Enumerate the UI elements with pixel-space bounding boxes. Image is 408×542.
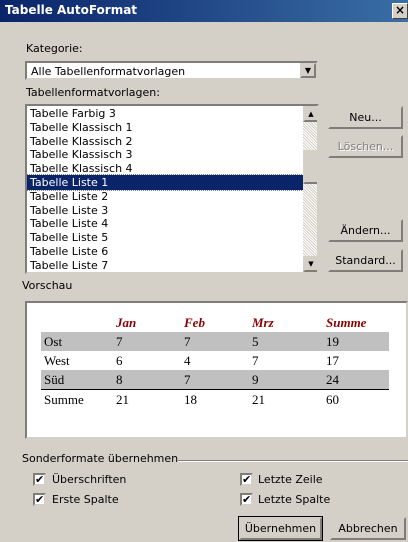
list-item[interactable]: Tabelle Klassisch 2 [27, 134, 303, 149]
scroll-down-button[interactable]: ▼ [303, 256, 317, 272]
cancel-button[interactable]: Abbrechen [330, 517, 406, 540]
preview-cell: Süd [41, 370, 113, 390]
category-select[interactable]: Alle Tabellenformatvorlagen ▼ [25, 61, 318, 80]
first-column-checkbox[interactable]: ✔ [33, 493, 46, 506]
preview-cell: 5 [249, 332, 323, 351]
list-item[interactable]: Tabelle Liste 1 [27, 174, 304, 191]
last-column-label[interactable]: Letzte Spalte [258, 493, 330, 506]
last-row-checkbox[interactable]: ✔ [240, 473, 253, 486]
check-icon: ✔ [242, 473, 252, 486]
preview-cell: 8 [113, 370, 181, 390]
list-item[interactable]: Tabelle Klassisch 1 [27, 120, 303, 135]
standard-button[interactable]: Standard... [328, 249, 403, 272]
styles-list[interactable]: Tabelle Farbig 3 Tabelle Klassisch 1 Tabel… [25, 104, 319, 274]
list-item[interactable]: Tabelle Liste 5 [27, 230, 303, 245]
preview-cell: 17 [323, 351, 389, 370]
group-divider [178, 460, 408, 462]
preview-header-cell: Jan [116, 314, 137, 330]
preview-cell: 24 [323, 370, 389, 390]
preview-header-cell: Mrz [252, 314, 274, 330]
last-row-label[interactable]: Letzte Zeile [258, 473, 323, 486]
preview-cell: 9 [249, 370, 323, 390]
headings-checkbox[interactable]: ✔ [33, 473, 46, 486]
arrow-up-icon: ▲ [308, 110, 314, 118]
preview-cell: 18 [181, 389, 249, 409]
scroll-up-button[interactable]: ▲ [303, 106, 317, 122]
preview-cell: 60 [323, 389, 389, 409]
table-row: Summe 21 18 21 60 [41, 389, 389, 409]
preview-label: Vorschau [22, 279, 73, 292]
preview-header-cell: Summe [326, 314, 367, 330]
check-icon: ✔ [35, 473, 45, 486]
preview-cell: 21 [249, 389, 323, 409]
table-row: West 6 4 7 17 [41, 351, 389, 370]
table-row: Süd 8 7 9 24 [41, 370, 389, 390]
list-item[interactable]: Tabelle Farbig 3 [27, 106, 303, 121]
list-item[interactable]: Tabelle Liste 6 [27, 244, 303, 259]
list-item[interactable]: Tabelle Liste 7 [27, 258, 303, 272]
preview-cell: 6 [113, 351, 181, 370]
preview-cell: 19 [323, 332, 389, 351]
table-row: Ost 7 7 5 19 [41, 332, 389, 351]
chevron-down-icon[interactable]: ▼ [300, 63, 316, 78]
arrow-down-icon: ▼ [308, 260, 314, 268]
last-column-checkbox[interactable]: ✔ [240, 493, 253, 506]
preview-cell: 21 [113, 389, 181, 409]
preview-header-cell [41, 313, 113, 332]
delete-button: Löschen... [328, 135, 403, 158]
preview-table: Jan Feb Mrz Summe Ost 7 7 5 19 West 6 4 … [41, 313, 389, 409]
category-label: Kategorie: [26, 42, 83, 55]
preview-cell: Ost [41, 332, 113, 351]
close-button[interactable]: × [392, 3, 408, 19]
list-item[interactable]: Tabelle Liste 2 [27, 189, 303, 204]
preview-cell: 4 [181, 351, 249, 370]
preview-cell: 7 [249, 351, 323, 370]
category-value: Alle Tabellenformatvorlagen [31, 65, 186, 78]
change-button[interactable]: Ändern... [328, 219, 403, 242]
headings-label[interactable]: Überschriften [52, 473, 126, 486]
list-scrollbar[interactable]: ▲ ▼ [303, 106, 317, 272]
preview-cell: 7 [181, 332, 249, 351]
list-item[interactable]: Tabelle Klassisch 4 [27, 161, 303, 176]
scrollbar-thumb[interactable] [303, 150, 317, 184]
styles-list-label: Tabellenformatvorlagen: [26, 86, 160, 99]
new-button[interactable]: Neu... [328, 106, 403, 129]
scrollbar-track[interactable] [303, 106, 317, 272]
check-icon: ✔ [242, 493, 252, 506]
preview-panel: Jan Feb Mrz Summe Ost 7 7 5 19 West 6 4 … [25, 301, 408, 439]
list-item[interactable]: Tabelle Klassisch 3 [27, 147, 303, 162]
list-item[interactable]: Tabelle Liste 3 [27, 203, 303, 218]
special-formats-label: Sonderformate übernehmen [22, 452, 179, 465]
check-icon: ✔ [35, 493, 45, 506]
preview-header-cell: Feb [184, 314, 205, 330]
preview-cell: Summe [41, 389, 113, 409]
preview-cell: 7 [181, 370, 249, 390]
apply-button[interactable]: Übernehmen [238, 516, 323, 541]
preview-cell: 7 [113, 332, 181, 351]
list-item[interactable]: Tabelle Liste 4 [27, 216, 303, 231]
window-title: Tabelle AutoFormat [5, 3, 138, 17]
first-column-label[interactable]: Erste Spalte [52, 493, 119, 506]
preview-cell: West [41, 351, 113, 370]
preview-header-row: Jan Feb Mrz Summe [41, 313, 389, 332]
